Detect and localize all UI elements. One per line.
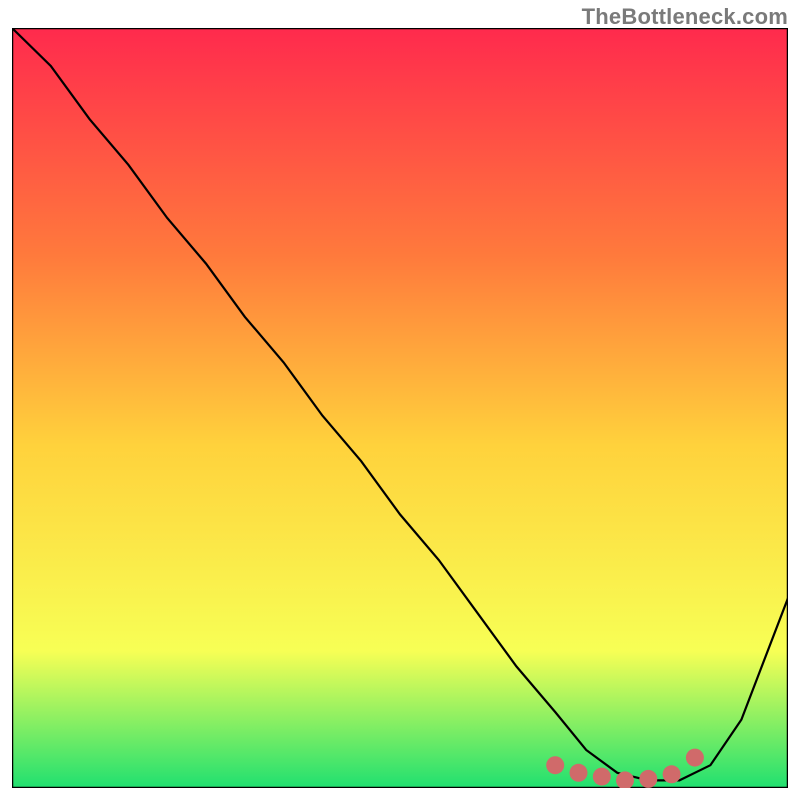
gradient-background — [12, 28, 788, 788]
highlight-dot — [593, 768, 611, 786]
bottleneck-chart — [12, 28, 788, 788]
highlight-dot — [686, 749, 704, 767]
watermark-text: TheBottleneck.com — [582, 4, 788, 30]
highlight-dot — [639, 770, 657, 788]
chart-svg — [12, 28, 788, 788]
highlight-dot — [570, 764, 588, 782]
highlight-dot — [663, 765, 681, 783]
highlight-dot — [546, 756, 564, 774]
